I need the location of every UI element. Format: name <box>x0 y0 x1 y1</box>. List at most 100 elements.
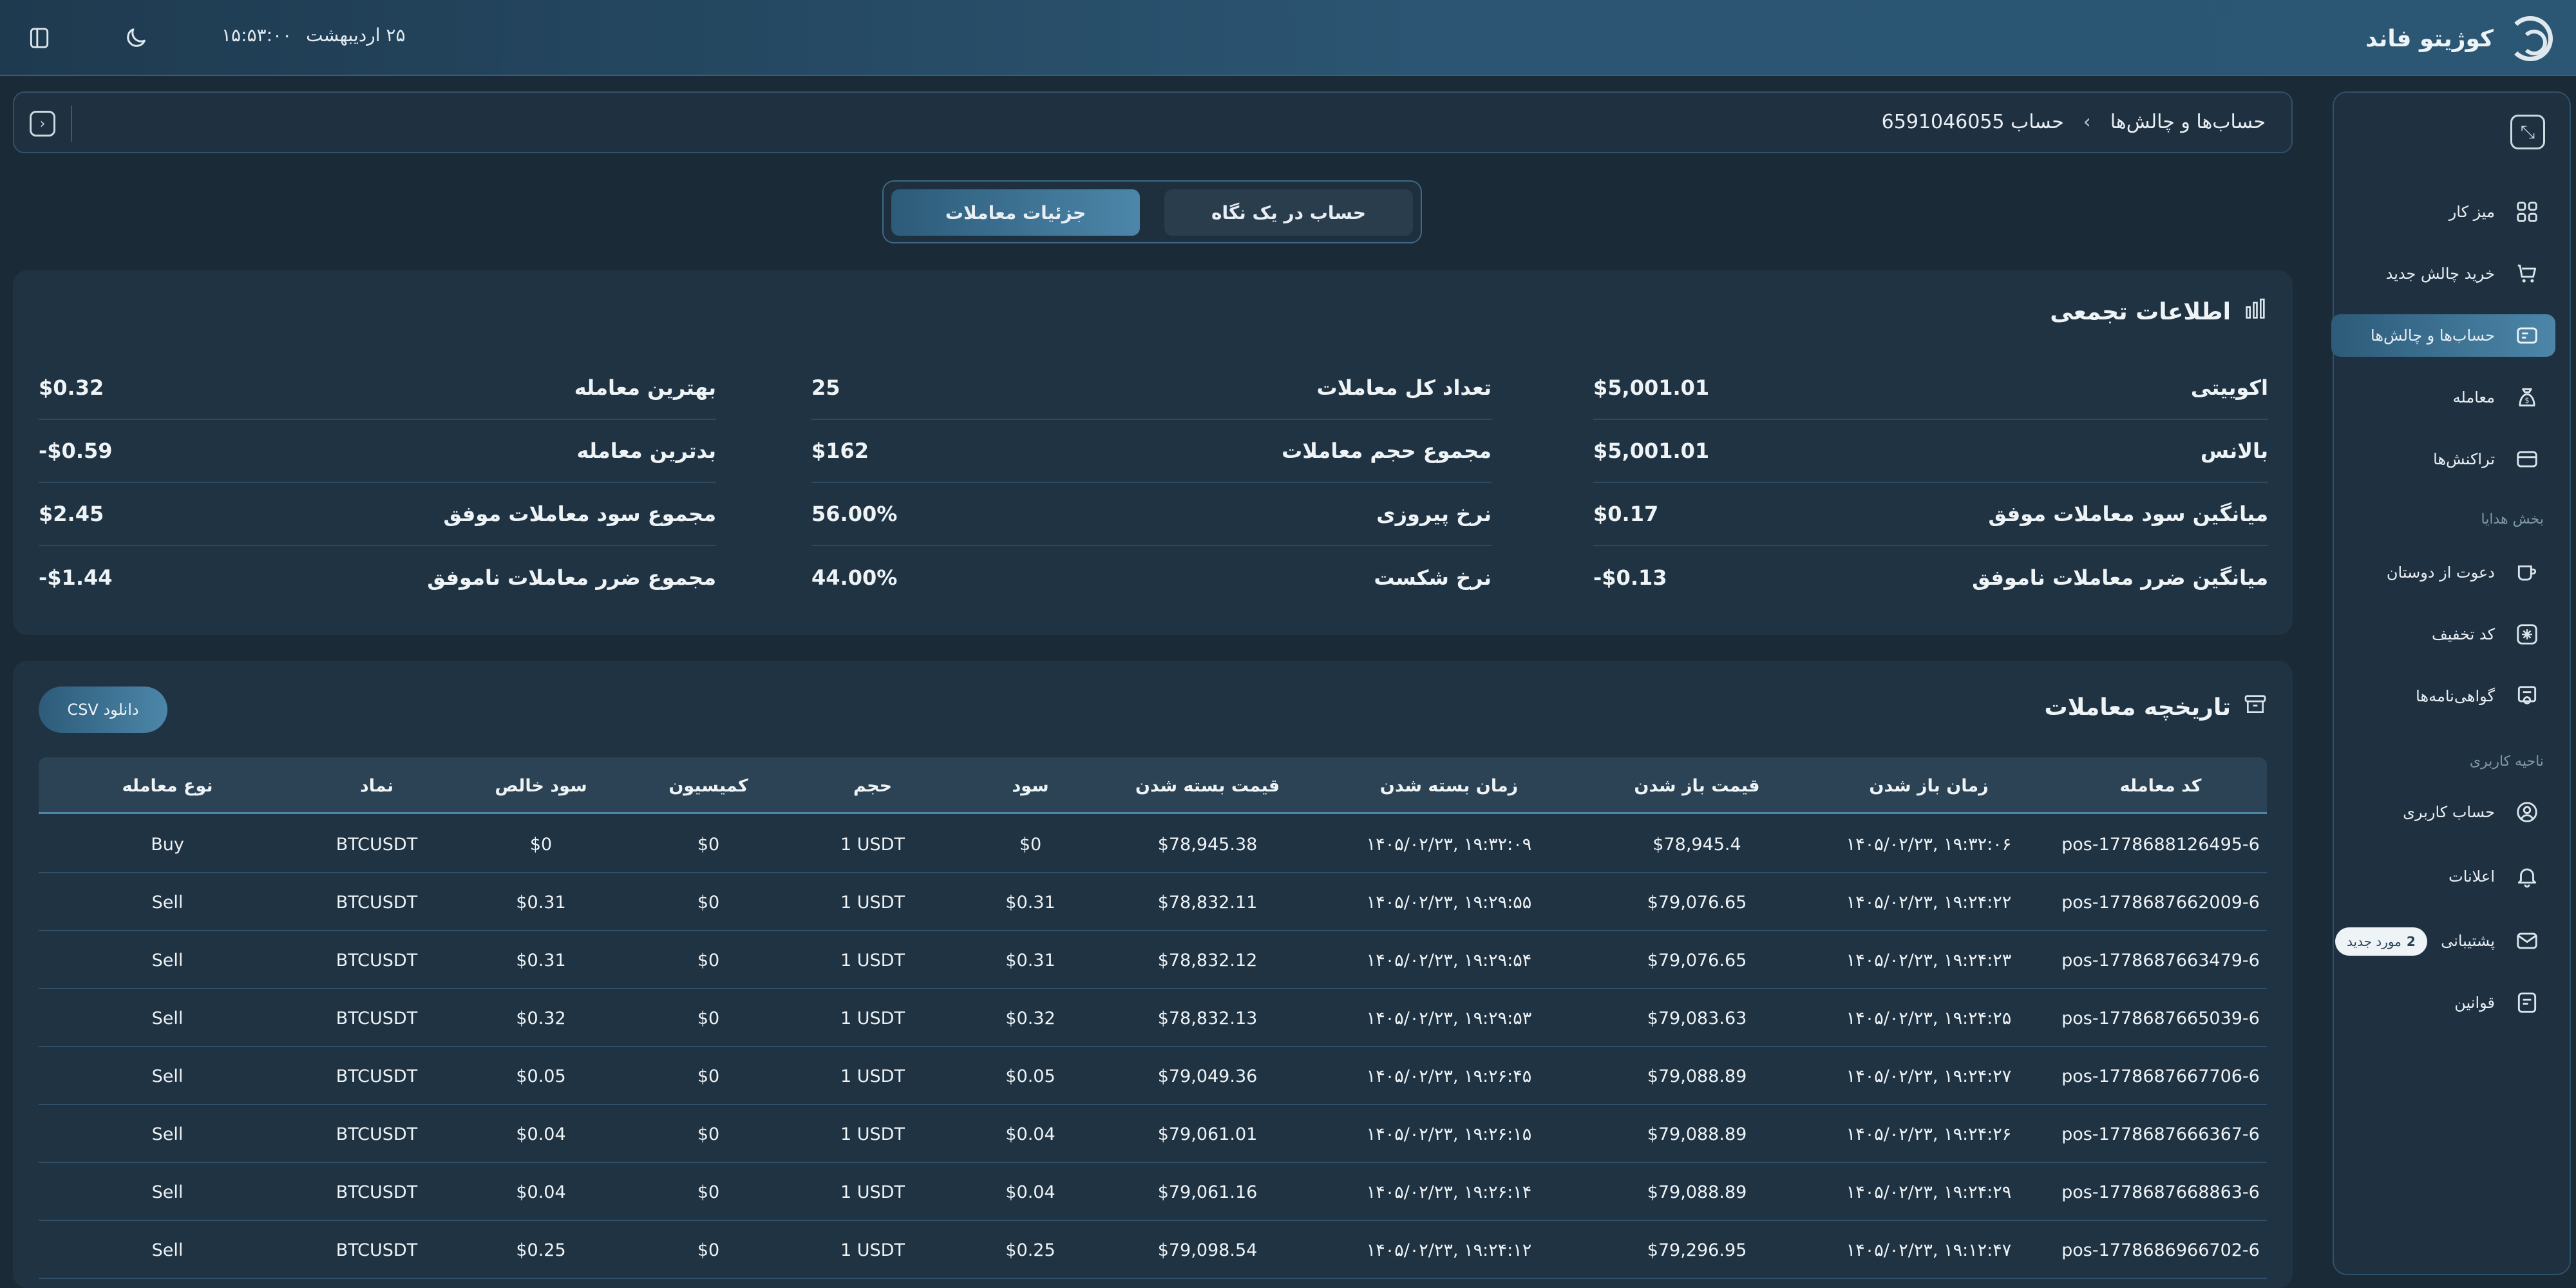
sidebar-item-accounts[interactable]: حساب‌ها و چالش‌ها <box>2331 314 2555 357</box>
cell-commission: $0 <box>697 892 720 913</box>
col-close-time: زمان بسته شدن <box>1379 775 1519 796</box>
cell-profit: $0.32 <box>1005 1008 1056 1028</box>
sidebar-item-certificates[interactable]: گواهی‌نامه‌ها <box>2331 675 2555 717</box>
sidebar-item-label: تراکنش‌ها <box>2433 450 2495 468</box>
cell-profit: $0 <box>1019 834 1042 855</box>
cell-volume: 1 USDT <box>840 950 905 971</box>
stat-value: -$0.13 <box>1593 565 1667 590</box>
cell-open-price: $79,088.89 <box>1647 1066 1747 1086</box>
discount-icon <box>2513 620 2541 649</box>
cell-profit: $0.25 <box>1005 1240 1056 1260</box>
table-row[interactable]: pos-1778686966702-6 ۱۴۰۵/۰۲/۲۳, ۱۹:۱۲:۴۷ $… <box>39 1221 2267 1279</box>
table-header: کد معامله زمان باز شدن قیمت باز شدن زمان… <box>39 757 2267 814</box>
table-row[interactable]: pos-1778687663479-6 ۱۴۰۵/۰۲/۲۳, ۱۹:۲۴:۲۳ $… <box>39 931 2267 989</box>
sidebar-item-rules[interactable]: قوانین <box>2331 981 2555 1024</box>
cell-net-profit: $0 <box>529 834 553 855</box>
breadcrumb-current: حساب 6591046055 <box>1881 111 2064 133</box>
badge-count: 2 <box>2406 934 2416 949</box>
sidebar-collapse-icon[interactable]: ⤡ <box>2510 115 2545 149</box>
cell-symbol: BTCUSDT <box>336 892 418 913</box>
table-row[interactable]: pos-1778687668863-6 ۱۴۰۵/۰۲/۲۳, ۱۹:۲۴:۲۹ $… <box>39 1163 2267 1221</box>
chevron-left-icon: › <box>2083 111 2091 133</box>
cell-volume: 1 USDT <box>840 1182 905 1202</box>
clock: ۲۵ اردیبهشت ۱۵:۵۳:۰۰ <box>222 24 405 46</box>
stat-label: بدترین معامله <box>576 439 716 463</box>
cell-open-price: $79,076.65 <box>1647 892 1747 913</box>
stat-label: تعداد کل معاملات <box>1316 375 1492 400</box>
cell-commission: $0 <box>697 1240 720 1260</box>
sidebar-item-label: میز کار <box>2448 203 2495 221</box>
stat-equity: اکوییتی $5,001.01 <box>1593 357 2268 420</box>
table-row[interactable]: pos-1778688126495-6 ۱۴۰۵/۰۲/۲۳, ۱۹:۳۲:۰۶ $… <box>39 815 2267 873</box>
sidebar-item-dashboard[interactable]: میز کار <box>2331 191 2555 233</box>
stat-best-trade: بهترین معامله $0.32 <box>39 357 716 420</box>
cell-open-time: ۱۴۰۵/۰۲/۲۳, ۱۹:۲۴:۲۷ <box>1846 1066 2012 1086</box>
cell-symbol: BTCUSDT <box>336 1008 418 1028</box>
breadcrumb-root[interactable]: حساب‌ها و چالش‌ها <box>2110 111 2266 133</box>
sidebar-item-trade[interactable]: $ معامله <box>2331 376 2555 419</box>
cell-net-profit: $0.31 <box>516 950 566 971</box>
sidebar-item-invite[interactable]: دعوت از دوستان <box>2331 551 2555 594</box>
sidebar-item-notifications[interactable]: اعلانات <box>2331 855 2555 898</box>
cell-close-time: ۱۴۰۵/۰۲/۲۳, ۱۹:۲۹:۵۳ <box>1366 1008 1532 1028</box>
cell-volume: 1 USDT <box>840 892 905 913</box>
download-csv-button[interactable]: دانلود CSV <box>39 687 167 733</box>
cell-trade-type: Sell <box>151 1240 184 1260</box>
history-title-text: تاریخچه معاملات <box>2044 694 2231 721</box>
table-row[interactable]: pos-1778687666367-6 ۱۴۰۵/۰۲/۲۳, ۱۹:۲۴:۲۶ $… <box>39 1105 2267 1163</box>
cell-net-profit: $0.04 <box>516 1182 566 1202</box>
cell-net-profit: $0.04 <box>516 1124 566 1144</box>
cell-profit: $0.05 <box>1005 1066 1056 1086</box>
cell-net-profit: $0.05 <box>516 1066 566 1086</box>
clock-date: ۲۵ اردیبهشت <box>306 24 406 46</box>
cell-trade-code: pos-1778688126495-6 <box>2061 834 2260 855</box>
sidebar-item-label: کد تخفیف <box>2431 625 2495 643</box>
stat-value: $5,001.01 <box>1593 375 1710 400</box>
tab-overview[interactable]: حساب در یک نگاه <box>1164 189 1413 236</box>
sidebar-item-transactions[interactable]: تراکنش‌ها <box>2331 438 2555 480</box>
summary-title-text: اطلاعات تجمعی <box>2050 299 2231 325</box>
badge-text: مورد جدید <box>2347 934 2401 949</box>
cell-trade-type: Sell <box>151 1182 184 1202</box>
cell-symbol: BTCUSDT <box>336 1240 418 1260</box>
stat-value: $0.17 <box>1593 502 1659 526</box>
cell-trade-type: Sell <box>151 892 184 913</box>
col-commission: کمیسیون <box>668 775 748 796</box>
table-row[interactable]: pos-1778687665039-6 ۱۴۰۵/۰۲/۲۳, ۱۹:۲۴:۲۵ $… <box>39 989 2267 1047</box>
cell-trade-type: Buy <box>151 834 184 855</box>
top-bar: کوژیتو فاند ۲۵ اردیبهشت ۱۵:۵۳:۰۰ <box>0 0 2576 76</box>
brand-logo[interactable]: کوژیتو فاند <box>2365 15 2553 62</box>
cell-commission: $0 <box>697 950 720 971</box>
cell-trade-code: pos-1778687663479-6 <box>2061 950 2260 971</box>
bar-chart-icon <box>2242 296 2268 328</box>
cell-symbol: BTCUSDT <box>336 950 418 971</box>
stat-label: مجموع سود معاملات موفق <box>443 502 716 526</box>
sidebar-item-support[interactable]: پشتیبانی 2 مورد جدید <box>2331 920 2555 962</box>
brand-name: کوژیتو فاند <box>2365 25 2494 52</box>
sidebar-item-buy-challenge[interactable]: خرید چالش جدید <box>2331 252 2555 295</box>
tab-trade-details[interactable]: جزئیات معاملات <box>891 189 1140 236</box>
cell-profit: $0.31 <box>1005 892 1056 913</box>
stat-balance: بالانس $5,001.01 <box>1593 420 2268 483</box>
cell-close-time: ۱۴۰۵/۰۲/۲۳, ۱۹:۲۶:۱۴ <box>1366 1182 1532 1202</box>
table-row[interactable]: pos-1778687662009-6 ۱۴۰۵/۰۲/۲۳, ۱۹:۲۴:۲۲ $… <box>39 873 2267 931</box>
cell-open-time: ۱۴۰۵/۰۲/۲۳, ۱۹:۲۴:۲۶ <box>1846 1124 2012 1144</box>
trade-history-card: تاریخچه معاملات دانلود CSV کد معامله زما… <box>13 661 2293 1288</box>
cell-close-time: ۱۴۰۵/۰۲/۲۳, ۱۹:۳۲:۰۹ <box>1366 834 1532 855</box>
col-open-price: قیمت باز شدن <box>1634 775 1760 796</box>
archive-icon <box>2242 692 2268 723</box>
cell-net-profit: $0.31 <box>516 892 566 913</box>
cell-close-price: $78,832.12 <box>1157 950 1258 971</box>
back-arrow-icon[interactable]: ‹ <box>30 111 55 137</box>
cell-open-time: ۱۴۰۵/۰۲/۲۳, ۱۹:۲۴:۲۲ <box>1846 892 2012 913</box>
sidebar-item-discount[interactable]: کد تخفیف <box>2331 613 2555 656</box>
cell-trade-type: Sell <box>151 1124 184 1144</box>
table-row[interactable]: pos-1778687667706-6 ۱۴۰۵/۰۲/۲۳, ۱۹:۲۴:۲۷ $… <box>39 1047 2267 1105</box>
sidebar-item-label: گواهی‌نامه‌ها <box>2416 687 2495 705</box>
stat-value: $2.45 <box>39 502 104 526</box>
sidebar-item-user-account[interactable]: حساب کاربری <box>2331 791 2555 833</box>
cell-open-time: ۱۴۰۵/۰۲/۲۳, ۱۹:۲۴:۲۵ <box>1846 1008 2012 1028</box>
layout-toggle-icon[interactable] <box>24 23 54 53</box>
stat-total-loss: مجموع ضرر معاملات ناموفق -$1.44 <box>39 546 716 609</box>
theme-toggle-moon-icon[interactable] <box>121 23 151 53</box>
